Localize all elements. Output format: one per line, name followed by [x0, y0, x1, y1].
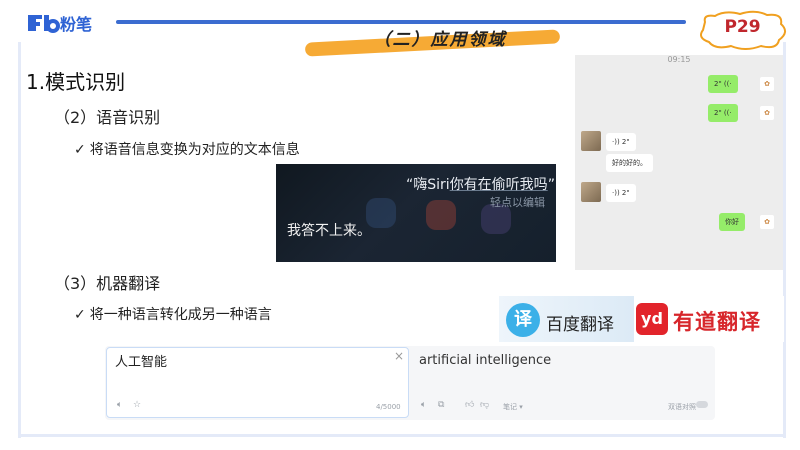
speech-bullet: ✓ 将语音信息变换为对应的文本信息: [74, 139, 300, 159]
logo-text: 粉笔: [60, 15, 93, 34]
avatar-mini-icon: ✿: [760, 215, 774, 229]
translated-text: artificial intelligence: [419, 353, 552, 368]
voice-bubble-right[interactable]: 2" ((·: [708, 104, 738, 122]
notes-dropdown[interactable]: 笔记 ▾: [503, 402, 523, 412]
voice-bubble-left[interactable]: ·)) 2": [606, 184, 636, 202]
youdao-translate-name: 有道翻译: [673, 310, 761, 334]
avatar-mini-icon: ✿: [760, 77, 774, 91]
youdao-icon: yd: [636, 303, 668, 335]
main-heading: 1.模式识别: [26, 70, 126, 94]
frame-border-bottom: [18, 434, 786, 437]
notes-label: 笔记: [503, 403, 517, 411]
speaker-icon[interactable]: 🔈︎: [117, 400, 122, 410]
section-title: （二）应用领域: [373, 30, 507, 50]
page-number: P29: [724, 17, 761, 37]
check-icon: ✓: [74, 307, 86, 323]
check-icon: ✓: [74, 142, 86, 158]
frame-border-left: [18, 42, 21, 438]
speaker-icon[interactable]: 🔈︎: [421, 400, 426, 410]
speech-bullet-text: 将语音信息变换为对应的文本信息: [89, 142, 300, 158]
mt-bullet: ✓ 将一种语言转化成另一种语言: [74, 304, 272, 324]
voice-bubble-left[interactable]: ·)) 2": [606, 133, 636, 151]
text-bubble-left: 好的好的。: [606, 154, 653, 172]
siri-quote: “嗨Siri你有在偷听我吗”: [406, 174, 555, 194]
star-icon[interactable]: ☆: [133, 400, 141, 410]
mt-bullet-text: 将一种语言转化成另一种语言: [89, 307, 272, 323]
app-icon-blur: [426, 200, 456, 230]
speech-recognition-title: （2）语音识别: [54, 108, 161, 127]
baidu-translate-name: 百度翻译: [546, 315, 614, 335]
siri-answer: 我答不上来。: [287, 223, 371, 239]
avatar: [581, 182, 601, 202]
chat-screenshot: 09:15 2" ((· ✿ 2" ((· ✿ ·)) 2" 好的好的。 ·))…: [575, 55, 783, 270]
header-divider: [116, 20, 686, 24]
siri-quote-suffix: ”: [547, 177, 555, 193]
avatar-mini-icon: ✿: [760, 106, 774, 120]
siri-screenshot: “嗨Siri你有在偷听我吗” 轻点以编辑 我答不上来。: [276, 164, 556, 262]
bilingual-compare-label: 双语对照: [668, 403, 696, 411]
frame-border-right: [783, 42, 786, 438]
thumbs-up-icon[interactable]: 👍︎: [465, 400, 474, 410]
avatar: [581, 131, 601, 151]
thumbs-down-icon[interactable]: 👎︎: [480, 400, 489, 410]
siri-edit-hint[interactable]: 轻点以编辑: [490, 194, 545, 210]
siri-quote-prefix: “嗨Siri: [406, 177, 450, 193]
baidu-translate-icon: 译: [506, 303, 540, 337]
machine-translation-title: （3）机器翻译: [54, 274, 161, 293]
text-bubble-right: 你好: [719, 213, 745, 231]
char-count: 4/5000: [376, 403, 401, 411]
clear-icon[interactable]: ×: [394, 349, 404, 363]
source-text[interactable]: 人工智能: [115, 351, 167, 370]
copy-icon[interactable]: ⧉: [438, 400, 444, 410]
siri-quote-highlight: 你有在偷听我吗: [449, 177, 548, 193]
chat-timestamp: 09:15: [667, 55, 691, 64]
bilingual-toggle[interactable]: [696, 401, 708, 408]
voice-bubble-right[interactable]: 2" ((·: [708, 75, 738, 93]
